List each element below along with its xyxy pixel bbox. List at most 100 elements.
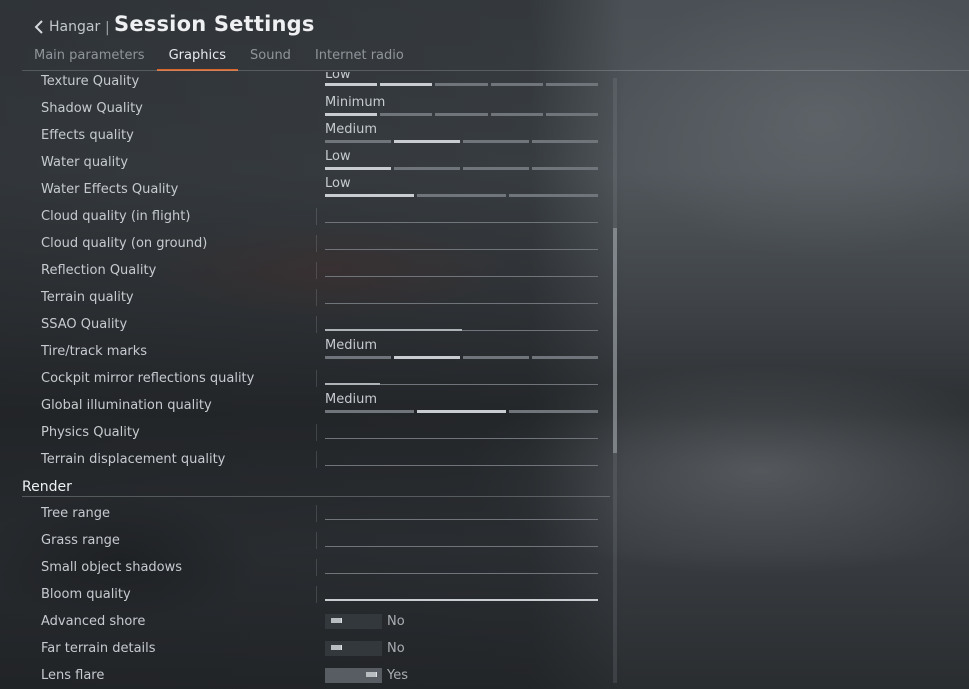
effects-quality-slider[interactable]: [325, 140, 598, 143]
physics-quality-slider[interactable]: [325, 438, 598, 439]
row-divider: [316, 424, 317, 441]
advanced-shore-toggle[interactable]: [325, 614, 382, 629]
terrain-quality-slider[interactable]: [325, 303, 598, 304]
tab-main-parameters[interactable]: Main parameters: [22, 47, 157, 71]
setting-row-terrain-displacement-quality: Terrain displacement quality: [0, 446, 612, 473]
setting-value: Medium: [325, 122, 377, 137]
slider-segment: [325, 194, 414, 197]
cloud-quality-in-flight-slider[interactable]: [325, 222, 598, 223]
slider-segment: [417, 410, 506, 413]
slider-segment: [394, 140, 460, 143]
setting-row-physics-quality: Physics Quality: [0, 419, 612, 446]
setting-row-far-terrain-details: Far terrain details No: [0, 635, 612, 662]
section-divider: [22, 496, 610, 497]
global-illumination-quality-slider[interactable]: [325, 410, 598, 413]
slider-segment: [325, 83, 378, 86]
ssao-quality-slider[interactable]: [325, 329, 598, 331]
setting-row-cockpit-mirror-reflections: Cockpit mirror reflections quality: [0, 365, 612, 392]
setting-label: Effects quality: [41, 128, 134, 143]
slider-segment: [509, 410, 598, 413]
setting-row-effects-quality: Effects quality Medium: [0, 122, 612, 149]
lens-flare-toggle[interactable]: [325, 668, 382, 683]
texture-quality-slider[interactable]: [325, 83, 599, 86]
setting-label: Small object shadows: [41, 560, 183, 575]
setting-value: Low: [325, 72, 351, 82]
cockpit-mirror-reflections-slider[interactable]: [325, 383, 598, 385]
setting-row-tire-track-marks: Tire/track marks Medium: [0, 338, 612, 365]
section-title-render: Render: [22, 479, 72, 495]
settings-tabs: Main parameters Graphics Sound Internet …: [22, 47, 416, 71]
setting-label: Terrain displacement quality: [41, 452, 226, 467]
setting-label: Shadow Quality: [41, 101, 143, 116]
setting-row-water-effects-quality: Water Effects Quality Low: [0, 176, 612, 203]
cloud-quality-on-ground-slider[interactable]: [325, 249, 598, 250]
small-object-shadows-slider[interactable]: [325, 573, 598, 574]
setting-value: Minimum: [325, 95, 386, 110]
setting-label: Advanced shore: [41, 614, 146, 629]
slider-fill: [325, 329, 462, 331]
slider-segment: [532, 140, 598, 143]
far-terrain-details-toggle[interactable]: [325, 641, 382, 656]
setting-label: Bloom quality: [41, 587, 131, 602]
settings-scrollbar[interactable]: [613, 78, 617, 683]
setting-row-cloud-quality-in-flight: Cloud quality (in flight): [0, 203, 612, 230]
tree-range-slider[interactable]: [325, 519, 598, 520]
toggle-knob: [331, 645, 342, 650]
water-effects-quality-slider[interactable]: [325, 194, 598, 197]
setting-label: Texture Quality: [41, 74, 140, 89]
row-divider: [316, 370, 317, 387]
terrain-displacement-quality-slider[interactable]: [325, 465, 598, 466]
setting-label: Cloud quality (in flight): [41, 209, 191, 224]
setting-label: Tree range: [41, 506, 111, 521]
tab-sound[interactable]: Sound: [238, 47, 303, 71]
water-quality-slider[interactable]: [325, 167, 598, 170]
slider-segment: [325, 140, 391, 143]
setting-row-reflection-quality: Reflection Quality: [0, 257, 612, 284]
slider-segment: [435, 83, 488, 86]
setting-row-texture-quality: Texture Quality Low: [0, 72, 612, 95]
header: Hangar | Session Settings Main parameter…: [0, 0, 969, 72]
slider-segment: [490, 113, 543, 116]
scrollbar-thumb[interactable]: [613, 228, 617, 453]
settings-list: Texture Quality Low Shadow Quality Minim…: [0, 72, 612, 689]
slider-segment: [532, 167, 598, 170]
setting-row-shadow-quality: Shadow Quality Minimum: [0, 95, 612, 122]
slider-segment: [325, 410, 414, 413]
setting-label: Far terrain details: [41, 641, 156, 656]
setting-label: SSAO Quality: [41, 317, 128, 332]
row-divider: [316, 235, 317, 252]
toggle-state-label: No: [387, 614, 405, 629]
slider-segment: [532, 356, 598, 359]
setting-label: Cockpit mirror reflections quality: [41, 371, 255, 386]
row-divider: [316, 505, 317, 522]
slider-segment: [545, 83, 599, 86]
tab-internet-radio[interactable]: Internet radio: [303, 47, 416, 71]
slider-segment: [325, 356, 391, 359]
slider-segment: [463, 167, 529, 170]
shadow-quality-slider[interactable]: [325, 113, 599, 116]
setting-label: Lens flare: [41, 668, 105, 683]
title-separator: |: [105, 20, 110, 36]
tire-track-marks-slider[interactable]: [325, 356, 598, 359]
row-divider: [316, 316, 317, 333]
toggle-state-label: No: [387, 641, 405, 656]
setting-row-ssao-quality: SSAO Quality: [0, 311, 612, 338]
chevron-left-icon: [34, 20, 43, 34]
bloom-quality-slider[interactable]: [325, 599, 598, 601]
page-title: Session Settings: [114, 12, 315, 36]
tab-graphics[interactable]: Graphics: [156, 47, 239, 71]
setting-row-small-object-shadows: Small object shadows: [0, 554, 612, 581]
reflection-quality-slider[interactable]: [325, 276, 598, 277]
row-divider: [316, 586, 317, 603]
row-divider: [316, 559, 317, 576]
setting-label: Grass range: [41, 533, 120, 548]
setting-row-grass-range: Grass range: [0, 527, 612, 554]
row-divider: [316, 262, 317, 279]
setting-row-lens-flare: Lens flare Yes: [0, 662, 612, 689]
setting-row-advanced-shore: Advanced shore No: [0, 608, 612, 635]
grass-range-slider[interactable]: [325, 546, 598, 547]
back-to-hangar-button[interactable]: Hangar: [32, 19, 100, 35]
setting-label: Cloud quality (on ground): [41, 236, 208, 251]
setting-row-bloom-quality: Bloom quality: [0, 581, 612, 608]
setting-label: Physics Quality: [41, 425, 140, 440]
